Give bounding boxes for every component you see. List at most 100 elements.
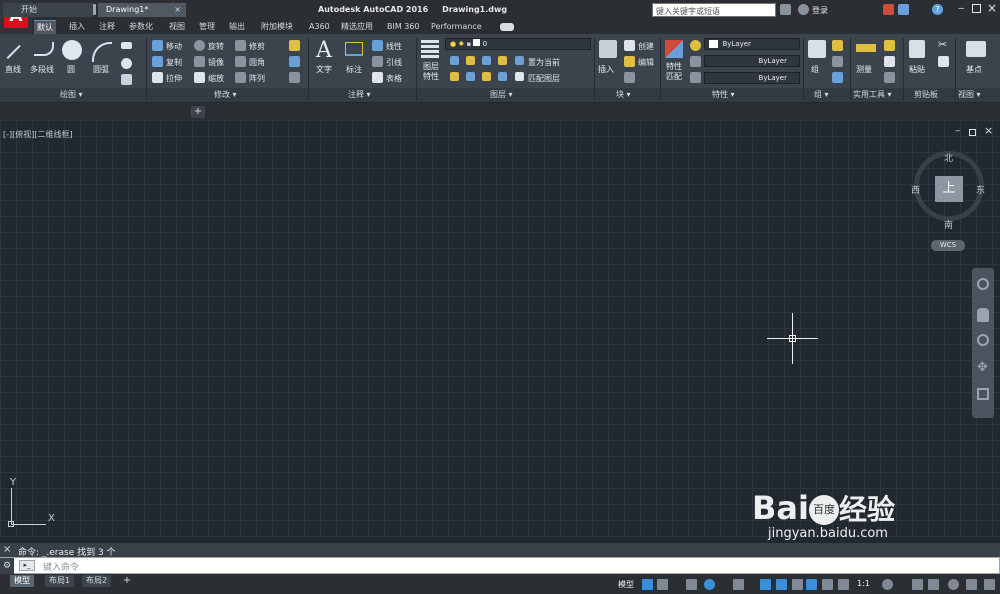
workspace-gear-icon[interactable]: [882, 579, 893, 590]
paste-button[interactable]: 粘贴: [909, 64, 925, 75]
wcs-menu-button[interactable]: WCS: [931, 240, 965, 251]
leader-button[interactable]: 引线: [386, 57, 402, 68]
rectangle-icon[interactable]: [121, 42, 132, 49]
ribbon-minimize-icon[interactable]: [500, 23, 514, 31]
tab-view[interactable]: 视图: [166, 20, 188, 34]
lineweight-dropdown[interactable]: ByLayer: [704, 72, 800, 84]
cut-icon[interactable]: ✂: [938, 38, 947, 51]
annotation-monitor-icon[interactable]: [912, 579, 923, 590]
layer-dropdown[interactable]: ● ✹ ▪ 0: [445, 38, 591, 50]
calculator-icon[interactable]: [884, 72, 895, 83]
tab-bim360[interactable]: BIM 360: [384, 20, 423, 34]
scale-button[interactable]: 缩放: [208, 73, 224, 84]
viewport-minimize-icon[interactable]: ‒: [955, 127, 961, 136]
mirror-button[interactable]: 镜像: [208, 57, 224, 68]
dimension-button[interactable]: 标注: [346, 64, 362, 75]
layout-tab-layout2[interactable]: 布局2: [82, 575, 112, 587]
explode-icon[interactable]: [289, 56, 300, 67]
compass-south[interactable]: 南: [944, 218, 953, 231]
zoom-extents-icon[interactable]: [977, 334, 989, 346]
tab-drawing1[interactable]: Drawing1* ×: [98, 3, 186, 17]
block-panel-title[interactable]: 块 ▾: [616, 88, 631, 102]
properties-panel-title[interactable]: 特性 ▾: [712, 88, 735, 102]
group-edit-icon[interactable]: [832, 56, 843, 67]
binoculars-icon[interactable]: [780, 4, 791, 15]
ungroup-icon[interactable]: [832, 40, 843, 51]
customization-menu-icon[interactable]: [984, 579, 995, 590]
boundary-icon[interactable]: [121, 74, 132, 85]
layer-unlock-icon[interactable]: [498, 72, 507, 81]
table-button[interactable]: 表格: [386, 73, 402, 84]
annotation-scale-icon[interactable]: [838, 579, 849, 590]
restore-icon[interactable]: [972, 4, 981, 13]
a360-icon[interactable]: [898, 4, 909, 15]
showmotion-icon[interactable]: [977, 388, 989, 400]
view-panel-title[interactable]: 视图 ▾: [958, 88, 981, 102]
match-layer-button[interactable]: 匹配图层: [528, 73, 560, 84]
annotation-panel-title[interactable]: 注释 ▾: [348, 88, 371, 102]
tab-featured-apps[interactable]: 精选应用: [338, 20, 376, 34]
arc-button[interactable]: 圆弧: [93, 64, 109, 75]
compass-north[interactable]: 北: [944, 151, 953, 164]
color-dropdown[interactable]: ByLayer: [704, 38, 800, 50]
offset-icon[interactable]: [289, 72, 300, 83]
layer-properties-button[interactable]: 图层特性: [421, 62, 441, 82]
copy-button[interactable]: 复制: [166, 57, 182, 68]
quick-select-icon[interactable]: [884, 40, 895, 51]
tab-addins[interactable]: 附加模块: [258, 20, 296, 34]
command-input[interactable]: 键入命令: [43, 560, 79, 573]
circle-button[interactable]: 圆: [67, 64, 75, 75]
close-icon[interactable]: ×: [987, 1, 997, 15]
line-button[interactable]: 直线: [5, 64, 21, 75]
clean-screen-icon[interactable]: [966, 579, 977, 590]
autodesk-exchange-icon[interactable]: [883, 4, 894, 15]
id-point-icon[interactable]: [884, 56, 895, 67]
model-space-toggle[interactable]: 模型: [618, 579, 634, 590]
erase-icon[interactable]: [289, 40, 300, 51]
login-label[interactable]: 登录: [812, 5, 828, 16]
annotation-scale-value[interactable]: 1:1: [857, 579, 870, 588]
tab-parametric[interactable]: 参数化: [126, 20, 156, 34]
help-icon[interactable]: ?: [932, 4, 943, 15]
isolate-objects-icon[interactable]: [948, 579, 959, 590]
rotate-button[interactable]: 旋转: [208, 41, 224, 52]
set-current-button[interactable]: 置为当前: [528, 57, 560, 68]
auto-scale-icon[interactable]: [822, 579, 833, 590]
base-button[interactable]: 基点: [966, 64, 982, 75]
create-block-button[interactable]: 创建: [638, 41, 654, 52]
layer-lock-icon[interactable]: [498, 56, 507, 65]
utilities-panel-title[interactable]: 实用工具 ▾: [853, 88, 892, 102]
linear-button[interactable]: 线性: [386, 41, 402, 52]
polar-tracking-icon[interactable]: [704, 579, 715, 590]
edit-block-button[interactable]: 编辑: [638, 57, 654, 68]
layers-panel-title[interactable]: 图层 ▾: [490, 88, 513, 102]
command-close-icon[interactable]: ×: [3, 544, 11, 555]
tab-start[interactable]: 开始: [3, 3, 93, 17]
grid-icon[interactable]: [642, 579, 653, 590]
group-button[interactable]: 组: [811, 64, 819, 75]
insert-button[interactable]: 插入: [598, 64, 614, 75]
trim-button[interactable]: 修剪: [249, 41, 265, 52]
viewcube-top-face[interactable]: 上: [935, 176, 963, 202]
copy-clip-icon[interactable]: [938, 56, 949, 67]
modify-panel-title[interactable]: 修改 ▾: [214, 88, 237, 102]
lineweight-toggle-icon[interactable]: [792, 579, 803, 590]
viewport-close-icon[interactable]: ×: [984, 124, 993, 137]
tab-default[interactable]: 默认: [34, 20, 56, 34]
layout-tab-model[interactable]: 模型: [10, 575, 34, 587]
orbit-icon[interactable]: ✥: [977, 361, 988, 374]
clipboard-panel-title[interactable]: 剪贴板: [914, 88, 938, 102]
tab-output[interactable]: 输出: [226, 20, 248, 34]
tab-close-icon[interactable]: ×: [174, 3, 181, 17]
viewport-controls[interactable]: [-][俯视][二维线框]: [3, 129, 73, 140]
groups-panel-title[interactable]: 组 ▾: [814, 88, 829, 102]
command-line[interactable]: ⚙ ▸_ 键入命令: [0, 557, 1000, 574]
compass-east[interactable]: 东: [976, 183, 985, 196]
add-layout-icon[interactable]: +: [121, 575, 133, 587]
stretch-button[interactable]: 拉伸: [166, 73, 182, 84]
object-snap-icon[interactable]: [776, 579, 787, 590]
tab-a360[interactable]: A360: [306, 20, 333, 34]
viewport-restore-icon[interactable]: [969, 129, 976, 136]
tab-performance[interactable]: Performance: [428, 20, 485, 34]
match-properties-button[interactable]: 特性匹配: [664, 62, 684, 82]
